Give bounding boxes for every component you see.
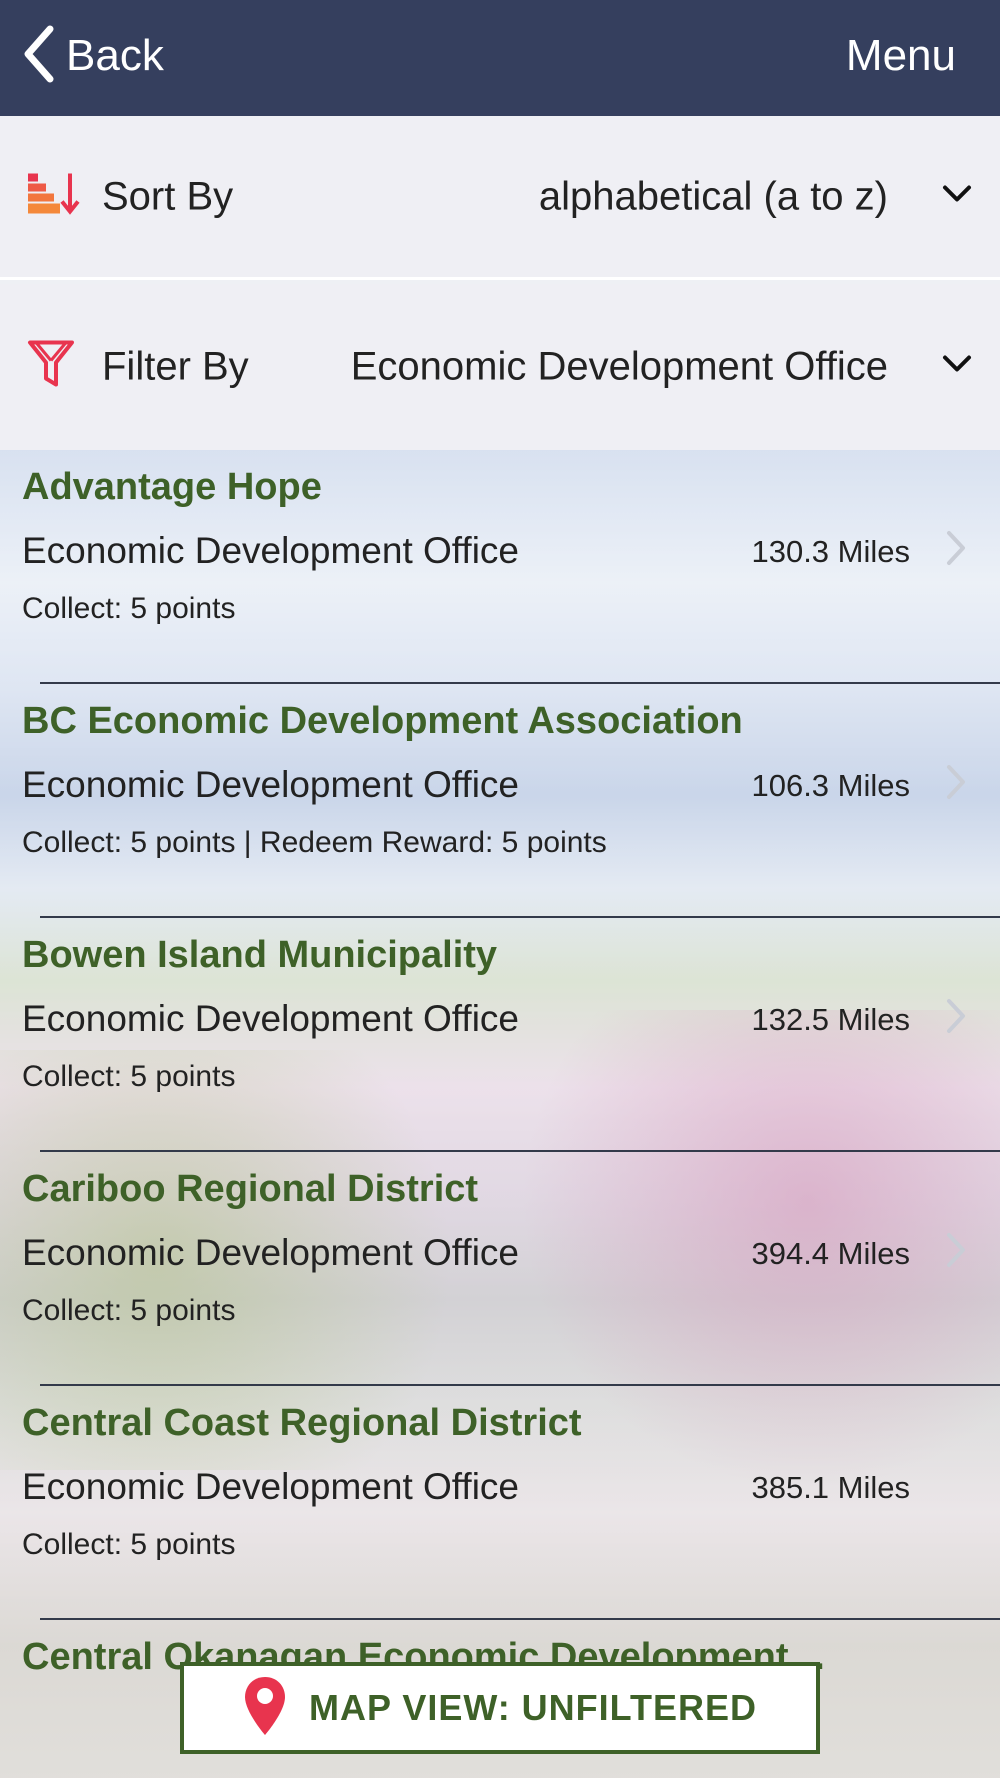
map-pin-icon	[243, 1675, 287, 1742]
filter-icon	[26, 339, 76, 396]
item-distance: 132.5 Miles	[751, 1002, 910, 1037]
item-distance: 385.1 Miles	[751, 1470, 910, 1505]
top-nav-bar: Back Menu	[0, 0, 1000, 116]
item-title: Advantage Hope	[22, 466, 322, 508]
item-title: Central Coast Regional District	[22, 1402, 582, 1444]
map-view-button[interactable]: MAP VIEW: UNFILTERED	[180, 1662, 820, 1754]
item-distance: 394.4 Miles	[751, 1236, 910, 1271]
sort-by-dropdown[interactable]: Sort By alphabetical (a to z)	[0, 116, 1000, 280]
list-item[interactable]: Central Coast Regional District Economic…	[0, 1386, 1000, 1620]
chevron-left-icon	[22, 25, 56, 88]
back-label: Back	[66, 31, 164, 80]
chevron-down-icon	[942, 184, 972, 209]
item-category: Economic Development Office	[22, 764, 519, 805]
item-distance: 106.3 Miles	[751, 768, 910, 803]
item-category: Economic Development Office	[22, 998, 519, 1039]
filter-by-value: Economic Development Office	[350, 344, 888, 389]
chevron-down-icon	[942, 355, 972, 380]
list-item[interactable]: Bowen Island Municipality Economic Devel…	[0, 918, 1000, 1152]
sort-icon	[26, 171, 80, 222]
item-title: Bowen Island Municipality	[22, 934, 498, 976]
filter-by-dropdown[interactable]: Filter By Economic Development Office	[0, 284, 1000, 450]
item-category: Economic Development Office	[22, 1466, 519, 1507]
results-list[interactable]: Advantage Hope Economic Development Offi…	[0, 450, 1000, 1778]
item-points: Collect: 5 points	[22, 1294, 236, 1327]
list-item[interactable]: BC Economic Development Association Econ…	[0, 684, 1000, 918]
item-points: Collect: 5 points	[22, 592, 236, 625]
chevron-right-icon	[946, 764, 966, 805]
item-distance: 130.3 Miles	[751, 534, 910, 569]
chevron-right-icon	[946, 530, 966, 571]
chevron-right-icon	[946, 998, 966, 1039]
list-item[interactable]: Cariboo Regional District Economic Devel…	[0, 1152, 1000, 1386]
item-points: Collect: 5 points	[22, 1060, 236, 1093]
map-view-label: MAP VIEW: UNFILTERED	[308, 1687, 757, 1728]
item-title: BC Economic Development Association	[22, 700, 743, 742]
item-category: Economic Development Office	[22, 1232, 519, 1273]
item-title: Cariboo Regional District	[22, 1168, 479, 1210]
item-points: Collect: 5 points | Redeem Reward: 5 poi…	[22, 826, 607, 859]
menu-button[interactable]: Menu	[846, 26, 956, 86]
sort-by-value: alphabetical (a to z)	[538, 174, 888, 218]
filter-by-label: Filter By	[102, 344, 249, 389]
back-button[interactable]: Back	[22, 25, 164, 88]
chevron-right-icon	[946, 1232, 966, 1273]
item-category: Economic Development Office	[22, 530, 519, 571]
sort-by-label: Sort By	[102, 174, 234, 218]
item-points: Collect: 5 points	[22, 1528, 236, 1561]
list-item[interactable]: Advantage Hope Economic Development Offi…	[0, 450, 1000, 684]
